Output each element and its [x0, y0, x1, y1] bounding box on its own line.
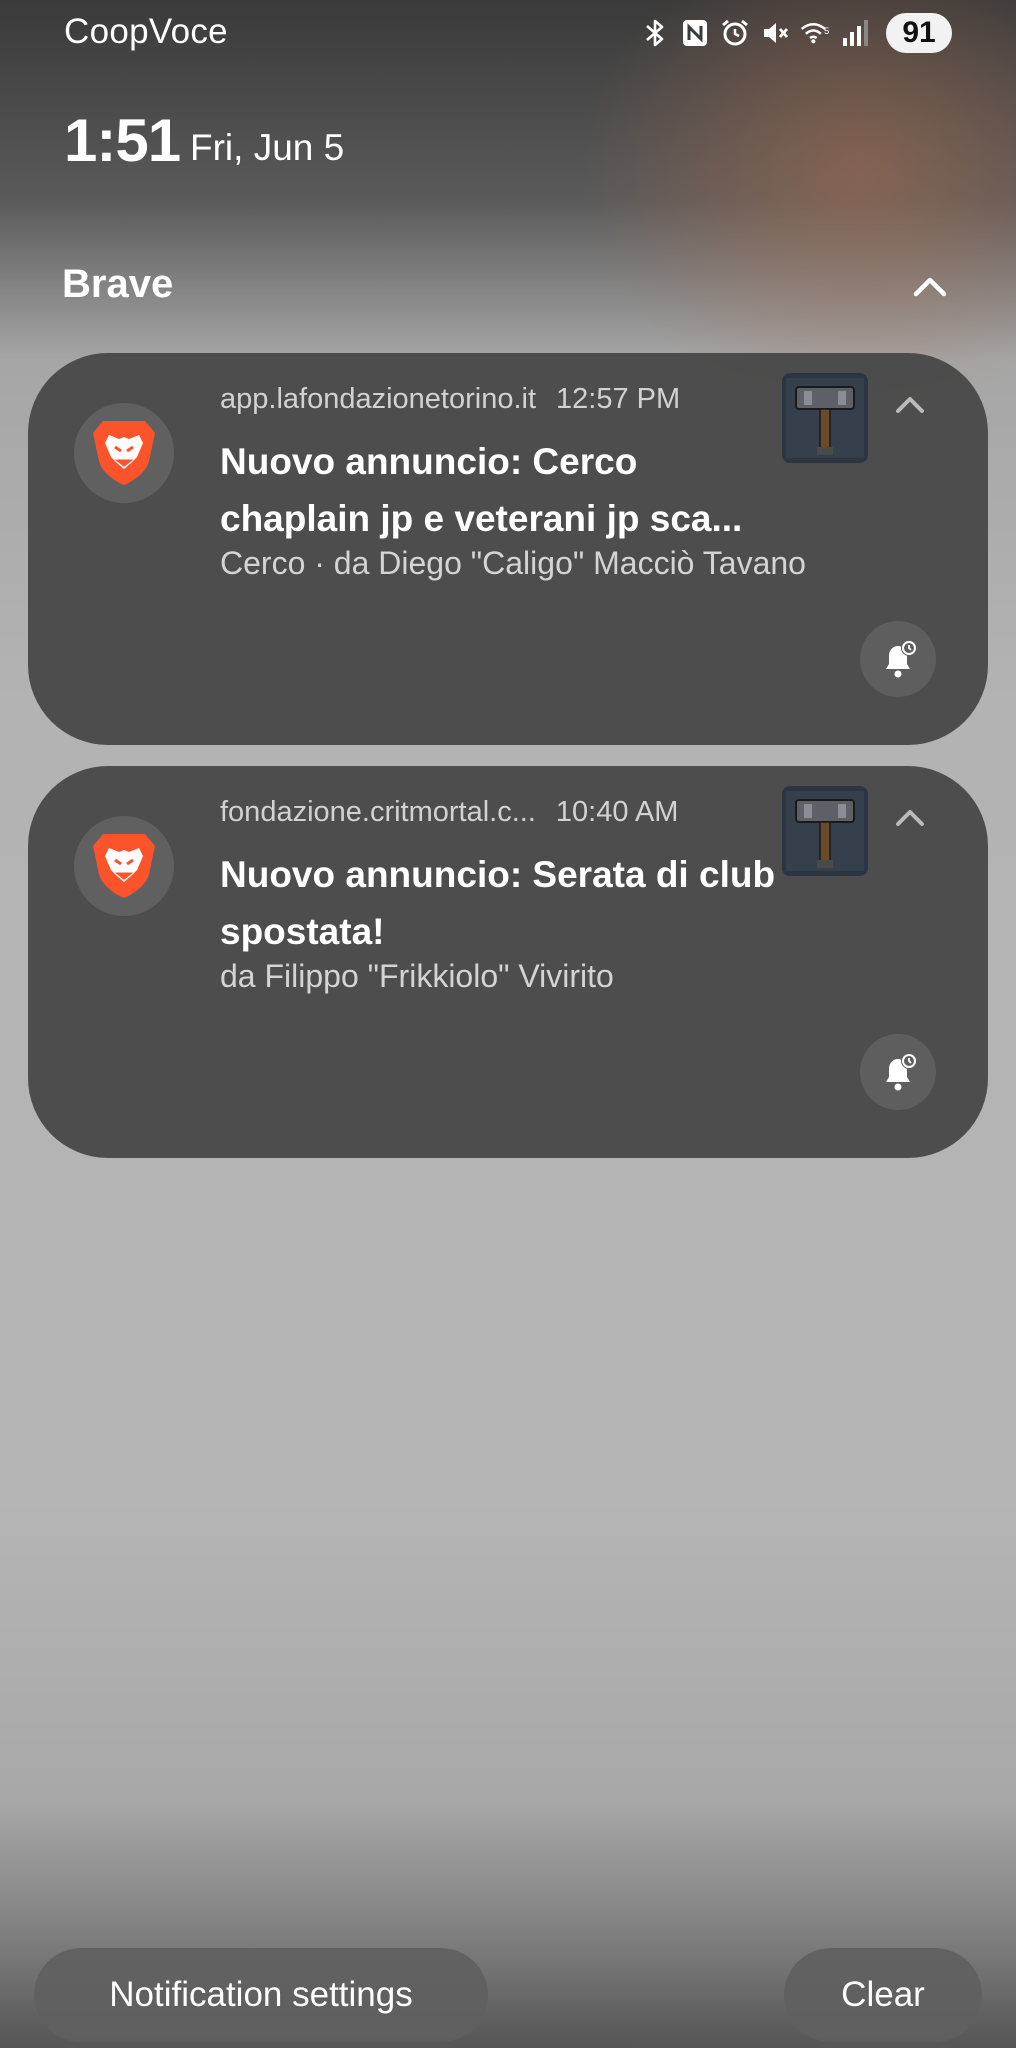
- nfc-icon: [680, 16, 710, 50]
- collapse-group-button[interactable]: [906, 262, 954, 310]
- notification-settings-button[interactable]: Notification settings: [34, 1948, 488, 2042]
- bell-snooze-icon: [886, 640, 917, 678]
- wifi-icon: 5: [800, 16, 830, 50]
- snooze-button[interactable]: [860, 1034, 936, 1110]
- status-bar: CoopVoce 5 91: [0, 0, 1016, 66]
- notification-group-title: Brave: [62, 262, 174, 306]
- notification-time: 12:57 PM: [556, 383, 681, 415]
- chevron-up-icon: [896, 397, 924, 413]
- hammer-thumbnail-icon: [782, 786, 868, 876]
- lock-date: Fri, Jun 5: [190, 127, 345, 168]
- notification-source: fondazione.critmortal.c...: [220, 796, 536, 828]
- chevron-up-icon: [896, 810, 924, 826]
- signal-icon: [840, 16, 870, 50]
- notification-meta: fondazione.critmortal.c... 10:40 AM: [220, 796, 678, 829]
- notification-source: app.lafondazionetorino.it: [220, 383, 537, 415]
- notification-meta: app.lafondazionetorino.it 12:57 PM: [220, 383, 680, 416]
- chevron-up-icon: [913, 277, 947, 297]
- mute-icon: [760, 16, 790, 50]
- brave-lion-icon: [93, 421, 155, 485]
- notification-body: Cerco · da Diego "Caligo" Macciò Tavano: [220, 545, 806, 581]
- lock-time: 1:51: [64, 107, 181, 174]
- notification-time: 10:40 AM: [555, 796, 679, 828]
- brave-lion-icon: [93, 834, 155, 898]
- brave-app-icon: [74, 816, 174, 916]
- bluetooth-icon: [640, 16, 670, 50]
- snooze-button[interactable]: [860, 621, 936, 697]
- carrier-name: CoopVoce: [64, 12, 228, 51]
- expand-notification-button[interactable]: [888, 383, 932, 427]
- alarm-icon: [720, 16, 750, 50]
- expand-notification-button[interactable]: [888, 796, 932, 840]
- status-icons: 5 91: [640, 12, 952, 54]
- brave-app-icon: [74, 403, 174, 503]
- notification-card[interactable]: fondazione.critmortal.c... 10:40 AM Nuovo…: [28, 766, 988, 1158]
- svg-text:5: 5: [824, 26, 829, 36]
- bell-snooze-icon: [886, 1053, 917, 1091]
- notification-title: Nuovo annuncio: Serata di club spostata!: [220, 854, 776, 952]
- notification-card[interactable]: app.lafondazionetorino.it 12:57 PM Nuovo …: [28, 353, 988, 745]
- hammer-thumbnail-icon: [782, 373, 868, 463]
- notification-title: Nuovo annuncio: Cerco chaplain jp e vete…: [220, 441, 743, 539]
- clear-button[interactable]: Clear: [784, 1948, 982, 2042]
- battery-indicator: 91: [886, 13, 952, 53]
- notification-body: da Filippo "Frikkiolo" Vivirito: [220, 958, 614, 994]
